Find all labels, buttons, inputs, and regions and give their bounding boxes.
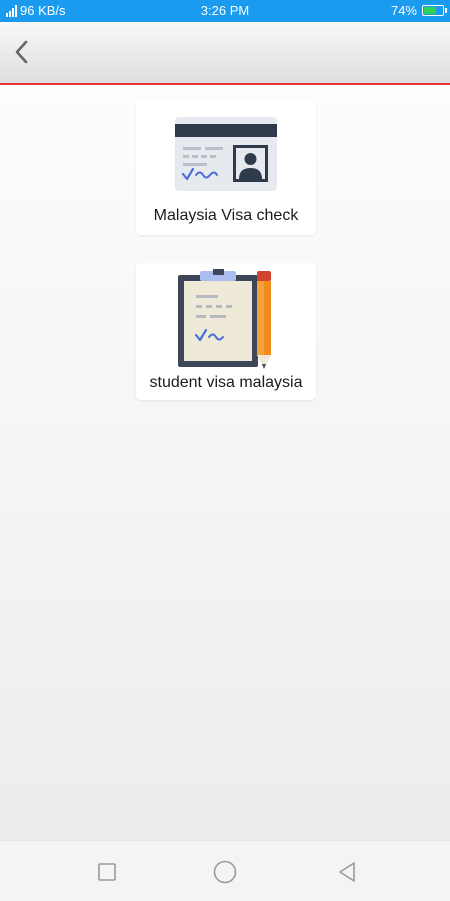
system-navigation-bar: [0, 840, 450, 901]
system-back-button[interactable]: [334, 859, 360, 885]
chevron-left-icon: [15, 40, 28, 64]
id-card-icon: [175, 117, 277, 191]
card-art: [136, 269, 316, 369]
clipboard-pencil-icon: [178, 269, 271, 369]
status-bar: 96 KB/s 3:26 PM 74%: [0, 0, 450, 22]
malaysia-visa-check-card[interactable]: Malaysia Visa check: [136, 98, 316, 235]
card-art: [136, 117, 316, 191]
recent-apps-button[interactable]: [94, 859, 120, 885]
recent-apps-icon: [98, 863, 116, 881]
home-button[interactable]: [212, 859, 238, 885]
battery-fill: [424, 7, 436, 14]
status-right: 74%: [390, 3, 447, 18]
back-button[interactable]: [4, 32, 40, 72]
student-visa-malaysia-card[interactable]: student visa malaysia: [136, 263, 316, 400]
back-triangle-icon: [339, 862, 355, 882]
home-icon: [213, 860, 237, 884]
clock: 3:26 PM: [200, 3, 250, 18]
app-toolbar: [0, 22, 450, 85]
battery-charging-icon: [422, 5, 447, 16]
battery-percentage: 74%: [390, 3, 417, 18]
card-label: student visa malaysia: [149, 374, 303, 391]
card-label: Malaysia Visa check: [153, 207, 299, 224]
